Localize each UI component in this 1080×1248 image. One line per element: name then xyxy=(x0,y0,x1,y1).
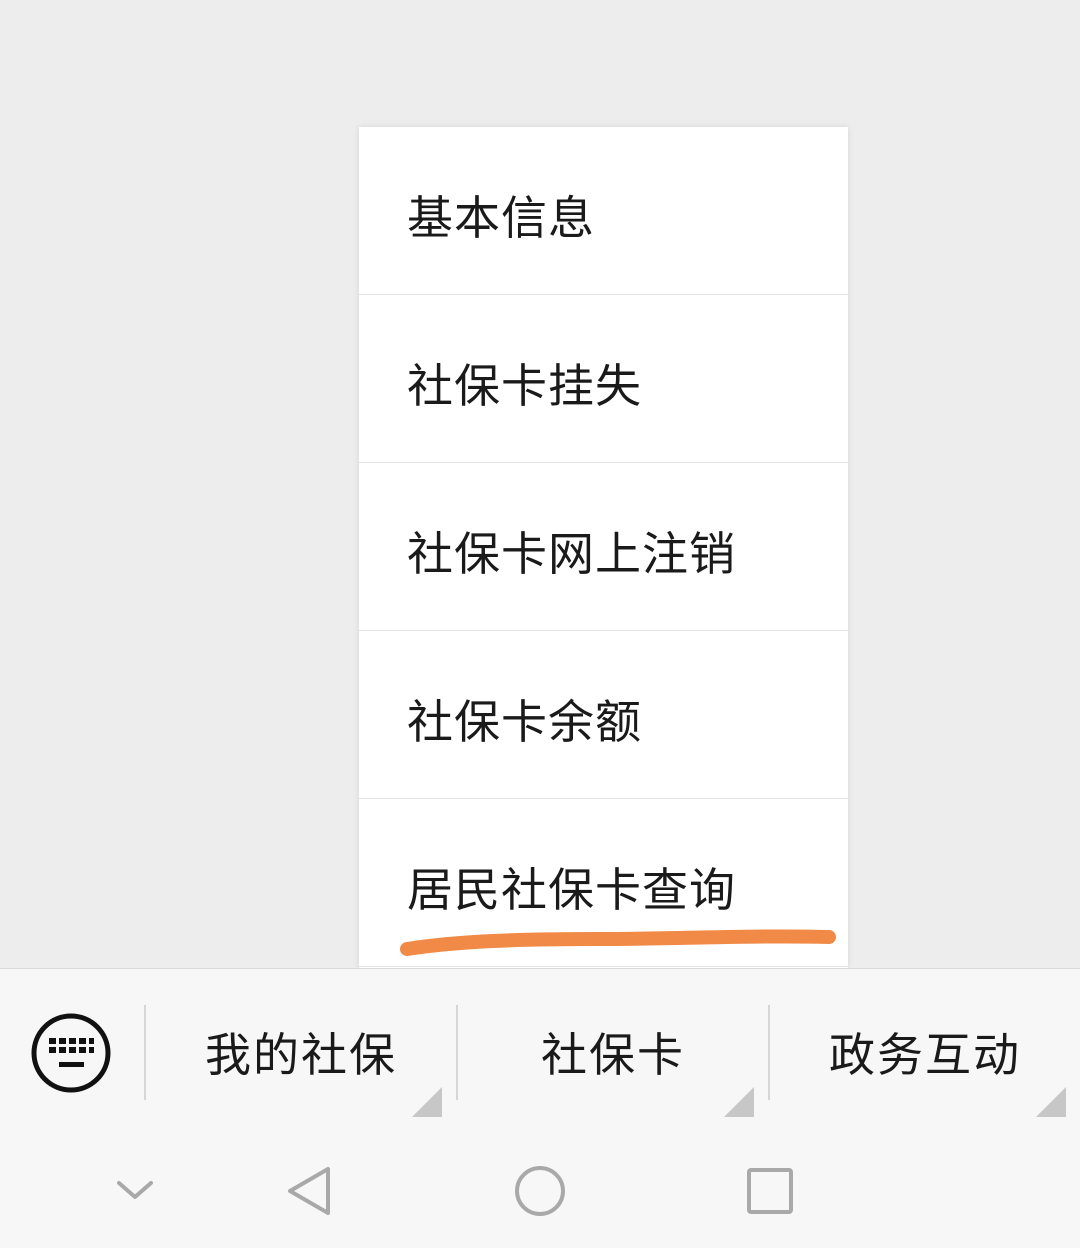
keyboard-toggle-button[interactable] xyxy=(30,1012,112,1094)
popup-submenu: 基本信息 社保卡挂失 社保卡网上注销 社保卡余额 居民社保卡查询 xyxy=(359,127,848,968)
menu-item-label: 社保卡余额 xyxy=(407,694,642,749)
menu-label: 我的社保 xyxy=(205,1028,397,1082)
menu-item-cancel-card-online[interactable]: 社保卡网上注销 xyxy=(359,463,848,631)
chevron-down-icon[interactable] xyxy=(105,1161,165,1221)
menu-item-basic-info[interactable]: 基本信息 xyxy=(359,127,848,295)
menu-government-interaction[interactable]: 政务互动 xyxy=(770,969,1080,1135)
menu-my-social-security[interactable]: 我的社保 xyxy=(146,969,456,1135)
keyboard-icon xyxy=(31,1013,111,1093)
submenu-corner-icon xyxy=(412,1087,442,1117)
menu-item-label: 社保卡网上注销 xyxy=(407,526,736,581)
menu-item-label: 社保卡挂失 xyxy=(407,358,642,413)
submenu-corner-icon xyxy=(1036,1087,1066,1117)
menu-item-resident-card-query[interactable]: 居民社保卡查询 xyxy=(359,799,848,967)
recents-square-icon[interactable] xyxy=(740,1161,800,1221)
menu-item-label: 基本信息 xyxy=(407,190,595,245)
menu-social-security-card[interactable]: 社保卡 xyxy=(458,969,768,1135)
home-circle-icon[interactable] xyxy=(510,1161,570,1221)
back-triangle-icon[interactable] xyxy=(280,1161,340,1221)
official-account-menu-bar: 我的社保 社保卡 政务互动 xyxy=(0,968,1080,1134)
system-navigation-bar xyxy=(0,1134,1080,1248)
menu-item-card-balance[interactable]: 社保卡余额 xyxy=(359,631,848,799)
menu-label: 社保卡 xyxy=(541,1028,685,1082)
menu-label: 政务互动 xyxy=(829,1028,1021,1082)
submenu-corner-icon xyxy=(724,1087,754,1117)
menu-item-label: 居民社保卡查询 xyxy=(407,862,736,917)
menu-item-report-card-loss[interactable]: 社保卡挂失 xyxy=(359,295,848,463)
